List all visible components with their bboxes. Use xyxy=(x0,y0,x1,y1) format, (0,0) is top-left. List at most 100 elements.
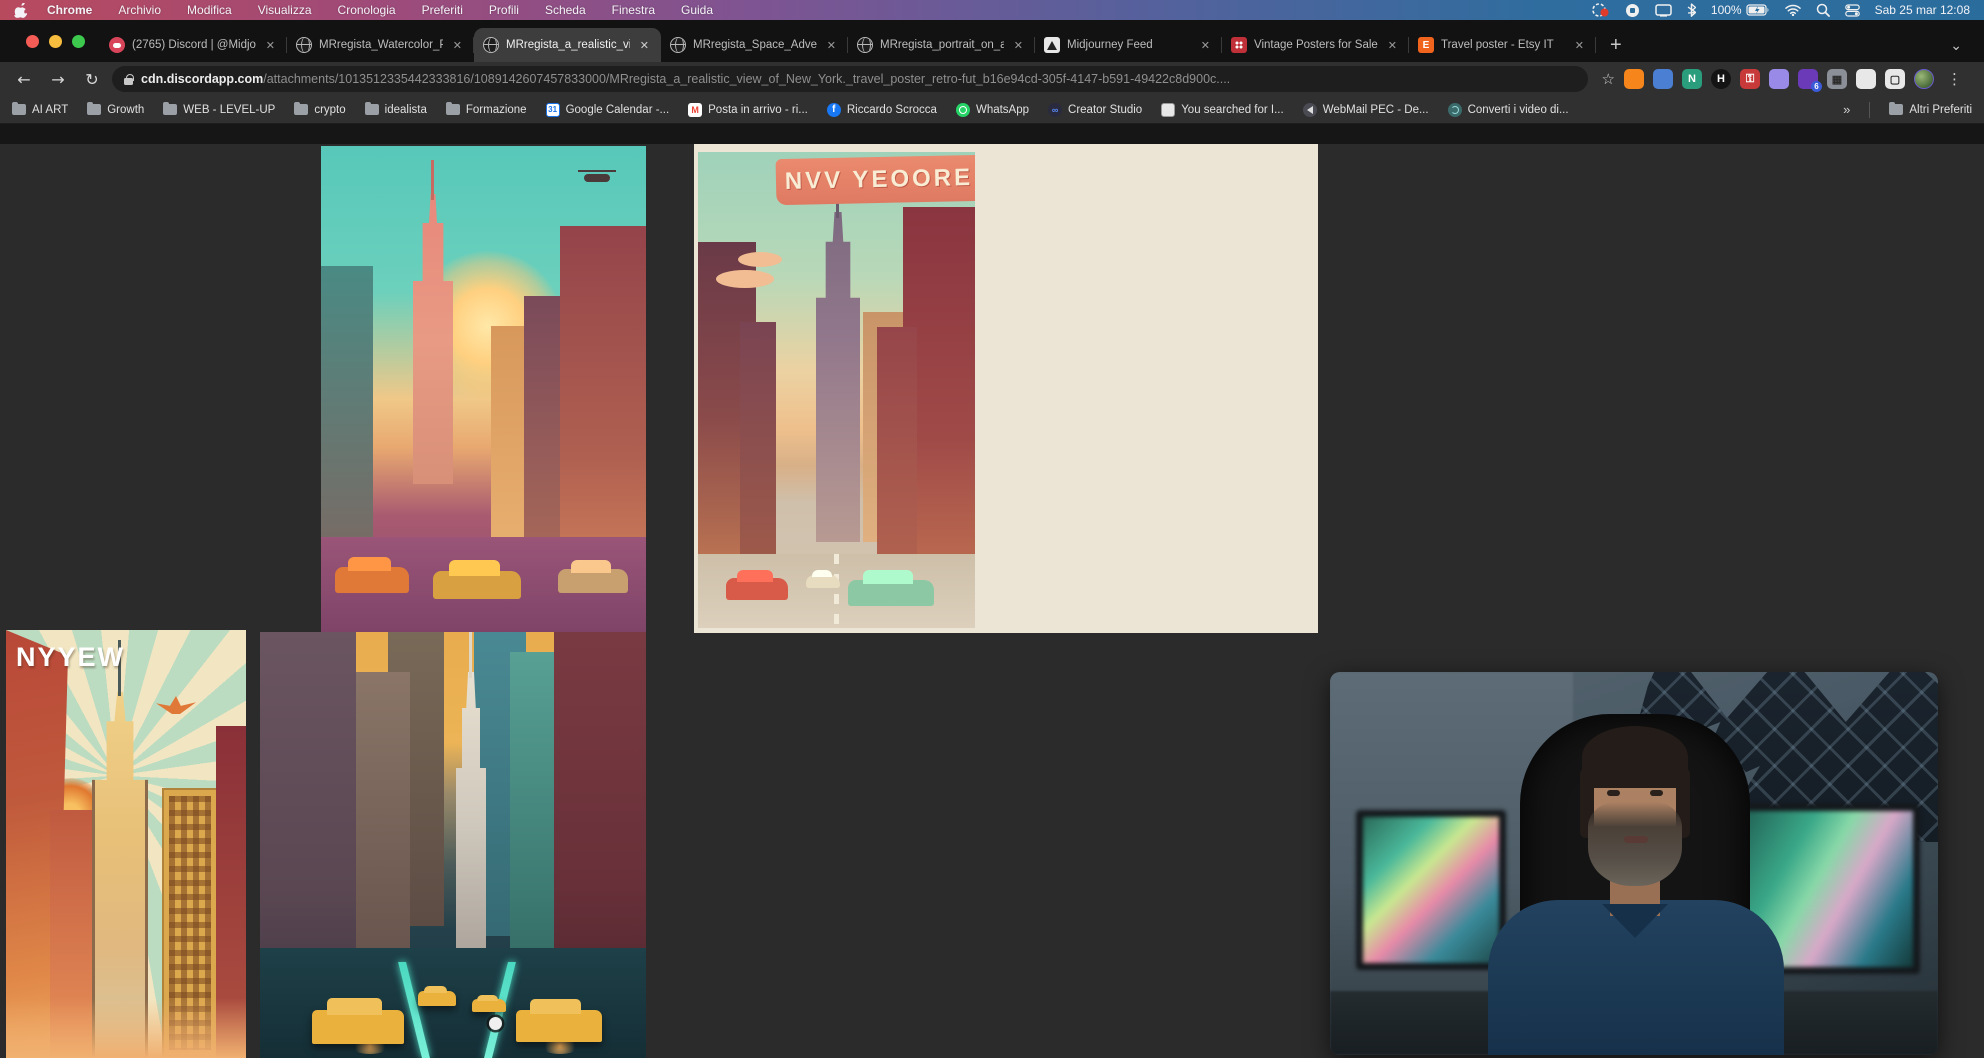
folder-icon xyxy=(87,103,101,117)
menu-archivio[interactable]: Archivio xyxy=(118,3,161,17)
bookmark-label: You searched for I... xyxy=(1181,104,1284,116)
bookmark-idealista[interactable]: idealista xyxy=(365,103,427,117)
close-window-button[interactable] xyxy=(26,35,39,48)
poster-bottom-left[interactable]: NYYEW xyxy=(6,630,246,1058)
battery-status[interactable]: 100% xyxy=(1711,3,1770,17)
bookmark-riccardo-scrocca[interactable]: fRiccardo Scrocca xyxy=(827,103,937,117)
tab-1[interactable]: (2765) Discord | @Midjou✕ xyxy=(100,28,287,62)
sidebar-extension-icon[interactable]: ▢ xyxy=(1885,69,1905,89)
bluetooth-icon[interactable] xyxy=(1687,3,1696,17)
bookmark-ai-art[interactable]: AI ART xyxy=(12,103,68,117)
address-input[interactable]: cdn.discordapp.com/attachments/101351233… xyxy=(112,66,1588,92)
bookmark-google-calendar[interactable]: 31Google Calendar -... xyxy=(546,103,670,117)
poster2-empire-state-building xyxy=(413,194,453,484)
folder-icon xyxy=(163,104,177,115)
person-beard xyxy=(1588,802,1682,886)
apple-menu-icon[interactable] xyxy=(14,3,27,18)
screen-recording-icon[interactable] xyxy=(1592,3,1610,17)
tab-6[interactable]: Midjourney Feed✕ xyxy=(1035,28,1222,62)
other-favorites-folder[interactable]: Altri Preferiti xyxy=(1889,103,1972,117)
globe-favicon xyxy=(857,37,873,53)
wifi-icon[interactable] xyxy=(1785,4,1801,16)
poster-top-right[interactable] xyxy=(321,146,646,633)
bookmark-growth[interactable]: Growth xyxy=(87,103,144,117)
tab-close-icon[interactable]: ✕ xyxy=(1572,37,1587,54)
bookmark-label: AI ART xyxy=(32,104,68,116)
menu-preferiti[interactable]: Preferiti xyxy=(422,3,463,17)
chrome-menu-button[interactable]: ⋮ xyxy=(1943,70,1966,88)
menu-clock[interactable]: Sab 25 mar 12:08 xyxy=(1875,3,1970,17)
back-button[interactable]: ← xyxy=(10,70,38,89)
bookmark-webmail-pec-de[interactable]: WebMail PEC - De... xyxy=(1303,103,1429,117)
poster-top-left[interactable]: NVV YEOORE xyxy=(698,152,975,628)
poster1-teal-car xyxy=(848,580,934,606)
bookmark-crypto[interactable]: crypto xyxy=(294,103,345,117)
menu-visualizza[interactable]: Visualizza xyxy=(258,3,312,17)
tab-close-icon[interactable]: ✕ xyxy=(824,37,839,54)
display-icon[interactable] xyxy=(1655,4,1672,17)
folder-icon xyxy=(12,104,26,115)
profile-avatar[interactable] xyxy=(1914,69,1934,89)
discord-favicon xyxy=(109,37,125,53)
tab-close-icon[interactable]: ✕ xyxy=(1011,37,1026,54)
tab-4[interactable]: MRregista_Space_Advent✕ xyxy=(661,28,848,62)
convert-icon xyxy=(1448,103,1462,117)
bookmark-web-level-up[interactable]: WEB - LEVEL-UP xyxy=(163,103,275,117)
tab-close-icon[interactable]: ✕ xyxy=(1198,37,1213,54)
tab-title: MRregista_Watercolor_Pa xyxy=(319,39,443,51)
tab-8[interactable]: ETravel poster - Etsy IT✕ xyxy=(1409,28,1596,62)
menu-modifica[interactable]: Modifica xyxy=(187,3,232,17)
folder-icon xyxy=(294,103,308,117)
reload-button[interactable]: ↻ xyxy=(78,70,106,89)
bookmark-you-searched-for-i[interactable]: You searched for I... xyxy=(1161,103,1284,117)
tabs: (2765) Discord | @Midjou✕MRregista_Water… xyxy=(100,20,1596,62)
tab-close-icon[interactable]: ✕ xyxy=(450,37,465,54)
tab-close-icon[interactable]: ✕ xyxy=(637,37,652,54)
tab-close-icon[interactable]: ✕ xyxy=(1385,37,1400,54)
menu-profili[interactable]: Profili xyxy=(489,3,519,17)
bookmarks-overflow-button[interactable]: » xyxy=(1843,102,1850,117)
tab-2[interactable]: MRregista_Watercolor_Pa ✕ xyxy=(287,28,474,62)
poster1-title-banner: NVV YEOORE xyxy=(776,155,975,205)
menu-chrome[interactable]: Chrome xyxy=(47,3,92,17)
zoom-window-button[interactable] xyxy=(72,35,85,48)
minimize-window-button[interactable] xyxy=(49,35,62,48)
menu-guida[interactable]: Guida xyxy=(681,3,713,17)
tab-3[interactable]: MRregista_a_realistic_vie✕ xyxy=(474,28,661,62)
metamask-icon[interactable] xyxy=(1624,69,1644,89)
new-tab-button[interactable]: + xyxy=(1596,28,1636,62)
tab-separator xyxy=(1595,37,1596,53)
lavender-extension-icon[interactable] xyxy=(1769,69,1789,89)
bookmark-whatsapp[interactable]: WhatsApp xyxy=(956,103,1029,117)
puzzle-extension-icon[interactable] xyxy=(1856,69,1876,89)
menu-finestra[interactable]: Finestra xyxy=(612,3,655,17)
tab-7[interactable]: Vintage Posters for Sale |✕ xyxy=(1222,28,1409,62)
bookmark-formazione[interactable]: Formazione xyxy=(446,103,527,117)
bookmark-posta-in-arrivo-ri[interactable]: MPosta in arrivo - ri... xyxy=(688,103,808,117)
menu-scheda[interactable]: Scheda xyxy=(545,3,586,17)
h-extension-icon[interactable]: H xyxy=(1711,69,1731,89)
bookmark-converti-i-video-di[interactable]: Converti i video di... xyxy=(1448,103,1569,117)
bookmark-label: Google Calendar -... xyxy=(566,104,670,116)
purple-extension-icon[interactable]: 6 xyxy=(1798,69,1818,89)
spotlight-search-icon[interactable] xyxy=(1816,3,1830,17)
tab-5[interactable]: MRregista_portrait_on_a_✕ xyxy=(848,28,1035,62)
control-center-icon[interactable] xyxy=(1845,4,1860,17)
tab-close-icon[interactable]: ✕ xyxy=(263,37,278,54)
meta-icon: ∞ xyxy=(1048,103,1062,117)
blue-extension-icon[interactable] xyxy=(1653,69,1673,89)
webcam-overlay xyxy=(1330,672,1938,1055)
forward-button[interactable]: → xyxy=(44,70,72,89)
menu-cronologia[interactable]: Cronologia xyxy=(338,3,396,17)
bookmark-creator-studio[interactable]: ∞Creator Studio xyxy=(1048,103,1142,117)
poster4-taxi-left xyxy=(312,1010,404,1044)
notion-like-icon[interactable]: N xyxy=(1682,69,1702,89)
key-extension-icon[interactable]: ⚿ xyxy=(1740,69,1760,89)
lock-icon xyxy=(124,74,133,85)
tab-search-chevron-icon[interactable]: ⌄ xyxy=(1950,37,1962,54)
poster-bottom-right[interactable] xyxy=(260,632,646,1058)
grid-extension-icon[interactable]: ▦ xyxy=(1827,69,1847,89)
stop-record-icon[interactable] xyxy=(1625,3,1640,18)
webmail-icon xyxy=(1303,103,1317,117)
bookmark-star-icon[interactable]: ☆ xyxy=(1602,70,1615,88)
